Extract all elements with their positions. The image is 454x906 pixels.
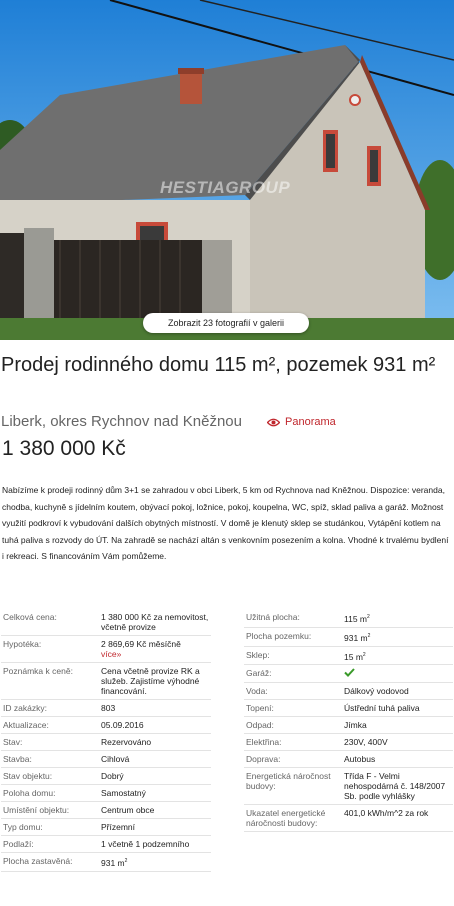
param-row: Elektřina: 230V, 400V — [244, 733, 453, 752]
param-value: Centrum obce — [99, 801, 211, 819]
param-value: 803 — [99, 699, 211, 717]
param-label: Voda: — [244, 682, 342, 701]
param-label: Stavba: — [1, 750, 99, 768]
param-label: Umístění objektu: — [1, 801, 99, 819]
param-row: Umístění objektu: Centrum obce — [1, 801, 211, 819]
param-row: Stavba: Cihlová — [1, 750, 211, 768]
listing-location: Liberk, okres Rychnov nad Kněžnou — [1, 413, 242, 430]
param-row: Podlaží: 1 včetně 1 podzemního — [1, 835, 211, 853]
param-row: Celková cena: 1 380 000 Kč za nemovitost,… — [1, 609, 211, 636]
param-row: Topení: Ústřední tuhá paliva — [244, 699, 453, 718]
param-row: Stav objektu: Dobrý — [1, 767, 211, 785]
param-value: Rezervováno — [99, 733, 211, 751]
param-value: 230V, 400V — [342, 733, 453, 752]
param-value: Ústřední tuhá paliva — [342, 699, 453, 718]
param-label: Aktualizace: — [1, 716, 99, 734]
param-value: 1 380 000 Kč za nemovitost, včetně provi… — [99, 609, 211, 636]
listing-title: Prodej rodinného domu 115 m², pozemek 93… — [1, 354, 436, 376]
param-row: Poznámka k ceně: Cena včetně provize RK a… — [1, 662, 211, 700]
param-label: Plocha zastavěná: — [1, 852, 99, 872]
param-value: 15 m2 — [342, 646, 453, 666]
param-row: Ukazatel energetické náročnosti budovy: 4… — [244, 804, 453, 833]
param-value: 05.09.2016 — [99, 716, 211, 734]
param-label: Stav: — [1, 733, 99, 751]
property-photo[interactable]: HESTIAGROUP Zobrazit 23 fotografií v gal… — [0, 0, 454, 340]
param-value: Cihlová — [99, 750, 211, 768]
param-value: 401,0 kWh/m^2 za rok — [342, 804, 453, 833]
param-value — [342, 664, 453, 684]
param-row: Hypotéka: 2 869,69 Kč měsíčně více» — [1, 635, 211, 663]
param-value: Dobrý — [99, 767, 211, 785]
param-row: Stav: Rezervováno — [1, 733, 211, 751]
param-value: Třída F - Velmi nehospodárná č. 148/2007… — [342, 767, 453, 806]
param-label: Ukazatel energetické náročnosti budovy: — [244, 804, 342, 833]
param-label: Celková cena: — [1, 609, 99, 636]
param-row: Aktualizace: 05.09.2016 — [1, 716, 211, 734]
panorama-label: Panorama — [285, 416, 336, 428]
param-label: Stav objektu: — [1, 767, 99, 785]
param-label: Doprava: — [244, 750, 342, 769]
param-value: 931 m2 — [99, 852, 211, 872]
listing-description: Nabízíme k prodeji rodinný dům 3+1 se za… — [2, 485, 449, 562]
parameters-table-right: Užitná plocha: 115 m2 Plocha pozemku: 931 m… — [244, 609, 453, 833]
location-row: Liberk, okres Rychnov nad Kněžnou Panora… — [1, 413, 453, 433]
watermark-logo: HESTIAGROUP — [160, 178, 291, 197]
param-row: Sklep: 15 m2 — [244, 646, 453, 666]
param-label: Elektřina: — [244, 733, 342, 752]
param-row: Plocha zastavěná: 931 m2 — [1, 852, 211, 872]
param-value: Cena včetně provize RK a služeb. Zajistí… — [99, 662, 211, 700]
listing-price: 1 380 000 Kč — [2, 437, 126, 460]
param-label: Garáž: — [244, 664, 342, 684]
param-row: Garáž: — [244, 664, 453, 684]
param-value: Jímka — [342, 716, 453, 735]
param-row: Plocha pozemku: 931 m2 — [244, 627, 453, 647]
parameters-table-left: Celková cena: 1 380 000 Kč za nemovitost,… — [1, 609, 211, 872]
param-label: Odpad: — [244, 716, 342, 735]
param-value: 2 869,69 Kč měsíčně více» — [99, 635, 211, 663]
param-value: 931 m2 — [342, 627, 453, 647]
param-row: Energetická náročnost budovy: Třída F - V… — [244, 767, 453, 806]
param-label: Podlaží: — [1, 835, 99, 853]
check-icon — [344, 668, 355, 678]
param-row: ID zakázky: 803 — [1, 699, 211, 717]
param-label: Poloha domu: — [1, 784, 99, 802]
param-row: Odpad: Jímka — [244, 716, 453, 735]
param-label: ID zakázky: — [1, 699, 99, 717]
unit-superscript: 2 — [367, 614, 370, 620]
param-label: Typ domu: — [1, 818, 99, 836]
param-value: Dálkový vodovod — [342, 682, 453, 701]
param-label: Plocha pozemku: — [244, 627, 342, 647]
param-row: Doprava: Autobus — [244, 750, 453, 769]
param-label: Poznámka k ceně: — [1, 662, 99, 700]
show-gallery-button[interactable]: Zobrazit 23 fotografií v galerii — [143, 313, 309, 333]
param-value: 1 včetně 1 podzemního — [99, 835, 211, 853]
mortgage-more-link[interactable]: více» — [101, 649, 121, 659]
unit-superscript: 2 — [367, 632, 371, 639]
panorama-link[interactable]: Panorama — [267, 416, 336, 428]
param-label: Topení: — [244, 699, 342, 718]
param-value: Samostatný — [99, 784, 211, 802]
param-label: Energetická náročnost budovy: — [244, 767, 342, 806]
param-label: Hypotéka: — [1, 635, 99, 663]
house-photo-image — [0, 0, 454, 340]
unit-superscript: 2 — [124, 858, 128, 864]
param-row: Typ domu: Přízemní — [1, 818, 211, 836]
param-value: 115 m2 — [342, 609, 453, 628]
param-row: Užitná plocha: 115 m2 — [244, 609, 453, 628]
param-value: Přízemní — [99, 818, 211, 836]
param-label: Sklep: — [244, 646, 342, 666]
param-label: Užitná plocha: — [244, 609, 342, 628]
eye-icon — [267, 418, 280, 426]
param-value: Autobus — [342, 750, 453, 769]
param-row: Poloha domu: Samostatný — [1, 784, 211, 802]
unit-superscript: 2 — [362, 651, 366, 658]
param-row: Voda: Dálkový vodovod — [244, 682, 453, 701]
